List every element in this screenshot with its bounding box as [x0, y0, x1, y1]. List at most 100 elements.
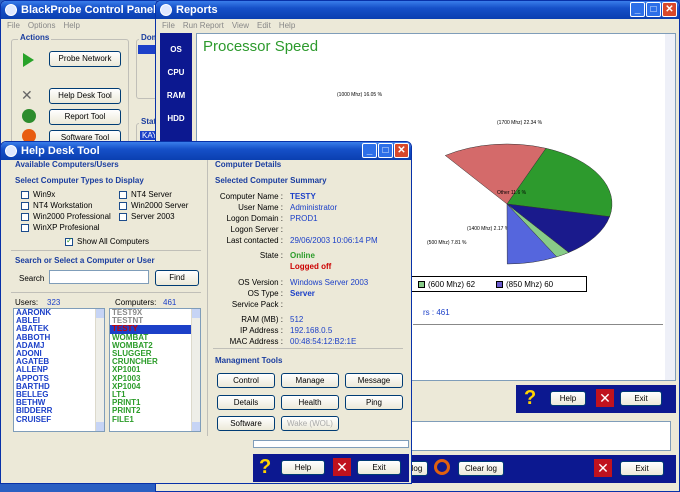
app-icon	[5, 145, 17, 157]
tool-button-health[interactable]: Health	[281, 395, 339, 410]
bottom-exit-x-icon[interactable]: ✕	[594, 459, 612, 477]
report-exit-button[interactable]: Exit	[620, 391, 662, 406]
sidebar-item-cpu[interactable]: CPU	[160, 68, 192, 77]
detail-value: Administrator	[290, 203, 338, 212]
control-panel-titlebar[interactable]: BlackProbe Control Panel	[1, 1, 159, 19]
detail-value: 512	[290, 315, 304, 324]
menu-file[interactable]: File	[162, 21, 175, 30]
type-checkbox[interactable]	[119, 191, 127, 199]
hd-bottom-bar: ? Help ✕ Exit	[253, 454, 409, 482]
divider-3	[213, 348, 403, 349]
report-scrollbar[interactable]	[665, 34, 675, 380]
tool-button-ping[interactable]: Ping	[345, 395, 403, 410]
menu-help[interactable]: Help	[63, 21, 79, 30]
show-all-checkbox[interactable]: ✓	[65, 236, 73, 246]
actions-label: Actions	[18, 33, 52, 42]
exit-x-icon[interactable]: ✕	[333, 458, 351, 476]
divider-1	[11, 250, 201, 251]
exit-x-icon[interactable]: ✕	[596, 389, 614, 407]
reports-titlebar[interactable]: Reports _ □ ✕	[156, 1, 679, 19]
users-scrollbar[interactable]	[95, 309, 104, 431]
detail-value: 00:48:54:12:B2:1E	[290, 337, 357, 346]
clear-log-icon[interactable]	[434, 459, 450, 475]
type-checkbox[interactable]	[119, 213, 127, 221]
pie-slice-label: (500 Mhz) 7.81 %	[427, 240, 467, 246]
tools-icon[interactable]: ✕	[21, 87, 33, 104]
sidebar-item-os[interactable]: OS	[160, 45, 192, 54]
details-label: Computer Details	[215, 160, 282, 169]
detail-value: Windows Server 2003	[290, 278, 369, 287]
show-all-label: Show All Computers	[77, 237, 150, 246]
hd-exit-button[interactable]: Exit	[357, 460, 401, 475]
computers-scrollbar[interactable]	[191, 309, 200, 431]
tools-label: Managment Tools	[215, 356, 283, 365]
minimize-button[interactable]: _	[362, 143, 377, 158]
tool-button-wake-wol-[interactable]: Wake (WOL)	[281, 416, 339, 431]
users-list[interactable]: AARONK ABLEI ABATEK ABBOTH ADAMJ ADONI AGATEB A…	[13, 308, 105, 432]
window-title: Help Desk Tool	[21, 145, 100, 157]
type-label: NT4 Server	[131, 190, 172, 199]
menu-view[interactable]: View	[232, 21, 249, 30]
help-desk-titlebar[interactable]: Help Desk Tool _ □ ✕	[1, 142, 411, 160]
type-checkbox[interactable]	[21, 213, 29, 221]
sidebar-item-ram[interactable]: RAM	[160, 91, 192, 100]
find-button[interactable]: Find	[155, 270, 199, 286]
tool-button-details[interactable]: Details	[217, 395, 275, 410]
help-question-icon[interactable]: ?	[524, 387, 536, 410]
detail-value: TESTY	[290, 192, 316, 201]
computers-list[interactable]: TEST9X TESTNT TESTY WOMBAT WOMBAT2 SLUGGER CRU…	[109, 308, 201, 432]
maximize-button[interactable]: □	[646, 2, 661, 17]
tool-button-control[interactable]: Control	[217, 373, 275, 388]
sidebar-item-hdd[interactable]: HDD	[160, 114, 192, 123]
summary-label: Selected Computer Summary	[215, 176, 327, 185]
probe-network-button[interactable]: Probe Network	[49, 51, 121, 67]
help-desk-window: Help Desk Tool _ □ ✕ Available Computers/U…	[0, 141, 412, 484]
report-tool-button[interactable]: Report Tool	[49, 109, 121, 125]
window-title: BlackProbe Control Panel	[21, 4, 157, 16]
help-question-icon[interactable]: ?	[259, 456, 271, 479]
available-label: Available Computers/Users	[15, 160, 119, 169]
detail-key: Computer Name :	[219, 192, 283, 201]
bottom-exit-button[interactable]: Exit	[620, 461, 664, 476]
tool-button-software[interactable]: Software	[217, 416, 275, 431]
help-desk-tool-button[interactable]: Help Desk Tool	[49, 88, 121, 104]
detail-key: State :	[259, 251, 283, 260]
menu-options[interactable]: Options	[28, 21, 56, 30]
type-checkbox[interactable]	[21, 224, 29, 232]
hd-help-button[interactable]: Help	[281, 460, 325, 475]
user-list-item[interactable]: CRUISEF	[14, 415, 104, 424]
pie-slice-label: (1700 Mhz) 22.34 %	[497, 120, 543, 126]
detail-value: 192.168.0.5	[290, 326, 333, 335]
menu-file[interactable]: File	[7, 21, 20, 30]
computer-list-item[interactable]: FILE1	[110, 415, 200, 424]
menu-help[interactable]: Help	[279, 21, 295, 30]
types-label: Select Computer Types to Display	[15, 176, 144, 185]
detail-value: Online	[290, 251, 315, 260]
maximize-button[interactable]: □	[378, 143, 393, 158]
search-field-label: Search	[19, 274, 45, 283]
globe-icon[interactable]	[22, 109, 36, 123]
type-label: WinXP Profesional	[33, 223, 100, 232]
minimize-button[interactable]: _	[630, 2, 645, 17]
tool-button-manage[interactable]: Manage	[281, 373, 339, 388]
search-input[interactable]	[49, 270, 149, 284]
window-title: Reports	[176, 4, 218, 16]
type-label: Win9x	[33, 190, 56, 199]
menu-run-report[interactable]: Run Report	[183, 21, 224, 30]
play-icon[interactable]	[23, 53, 34, 67]
type-checkbox[interactable]	[119, 202, 127, 210]
close-button[interactable]: ✕	[662, 2, 677, 17]
tool-button-message[interactable]: Message	[345, 373, 403, 388]
close-button[interactable]: ✕	[394, 143, 409, 158]
report-sidebar: OS CPU RAM HDD	[160, 33, 192, 153]
menu-edit[interactable]: Edit	[257, 21, 271, 30]
clear-log-button[interactable]: Clear log	[458, 461, 504, 476]
legend-swatch-850	[496, 281, 503, 288]
separator	[413, 324, 663, 325]
users-count: 323	[47, 298, 61, 307]
type-checkbox[interactable]	[21, 202, 29, 210]
report-help-bar: ? Help ✕ Exit	[516, 385, 676, 413]
report-help-button[interactable]: Help	[550, 391, 586, 406]
type-checkbox[interactable]	[21, 191, 29, 199]
app-icon	[5, 4, 17, 16]
